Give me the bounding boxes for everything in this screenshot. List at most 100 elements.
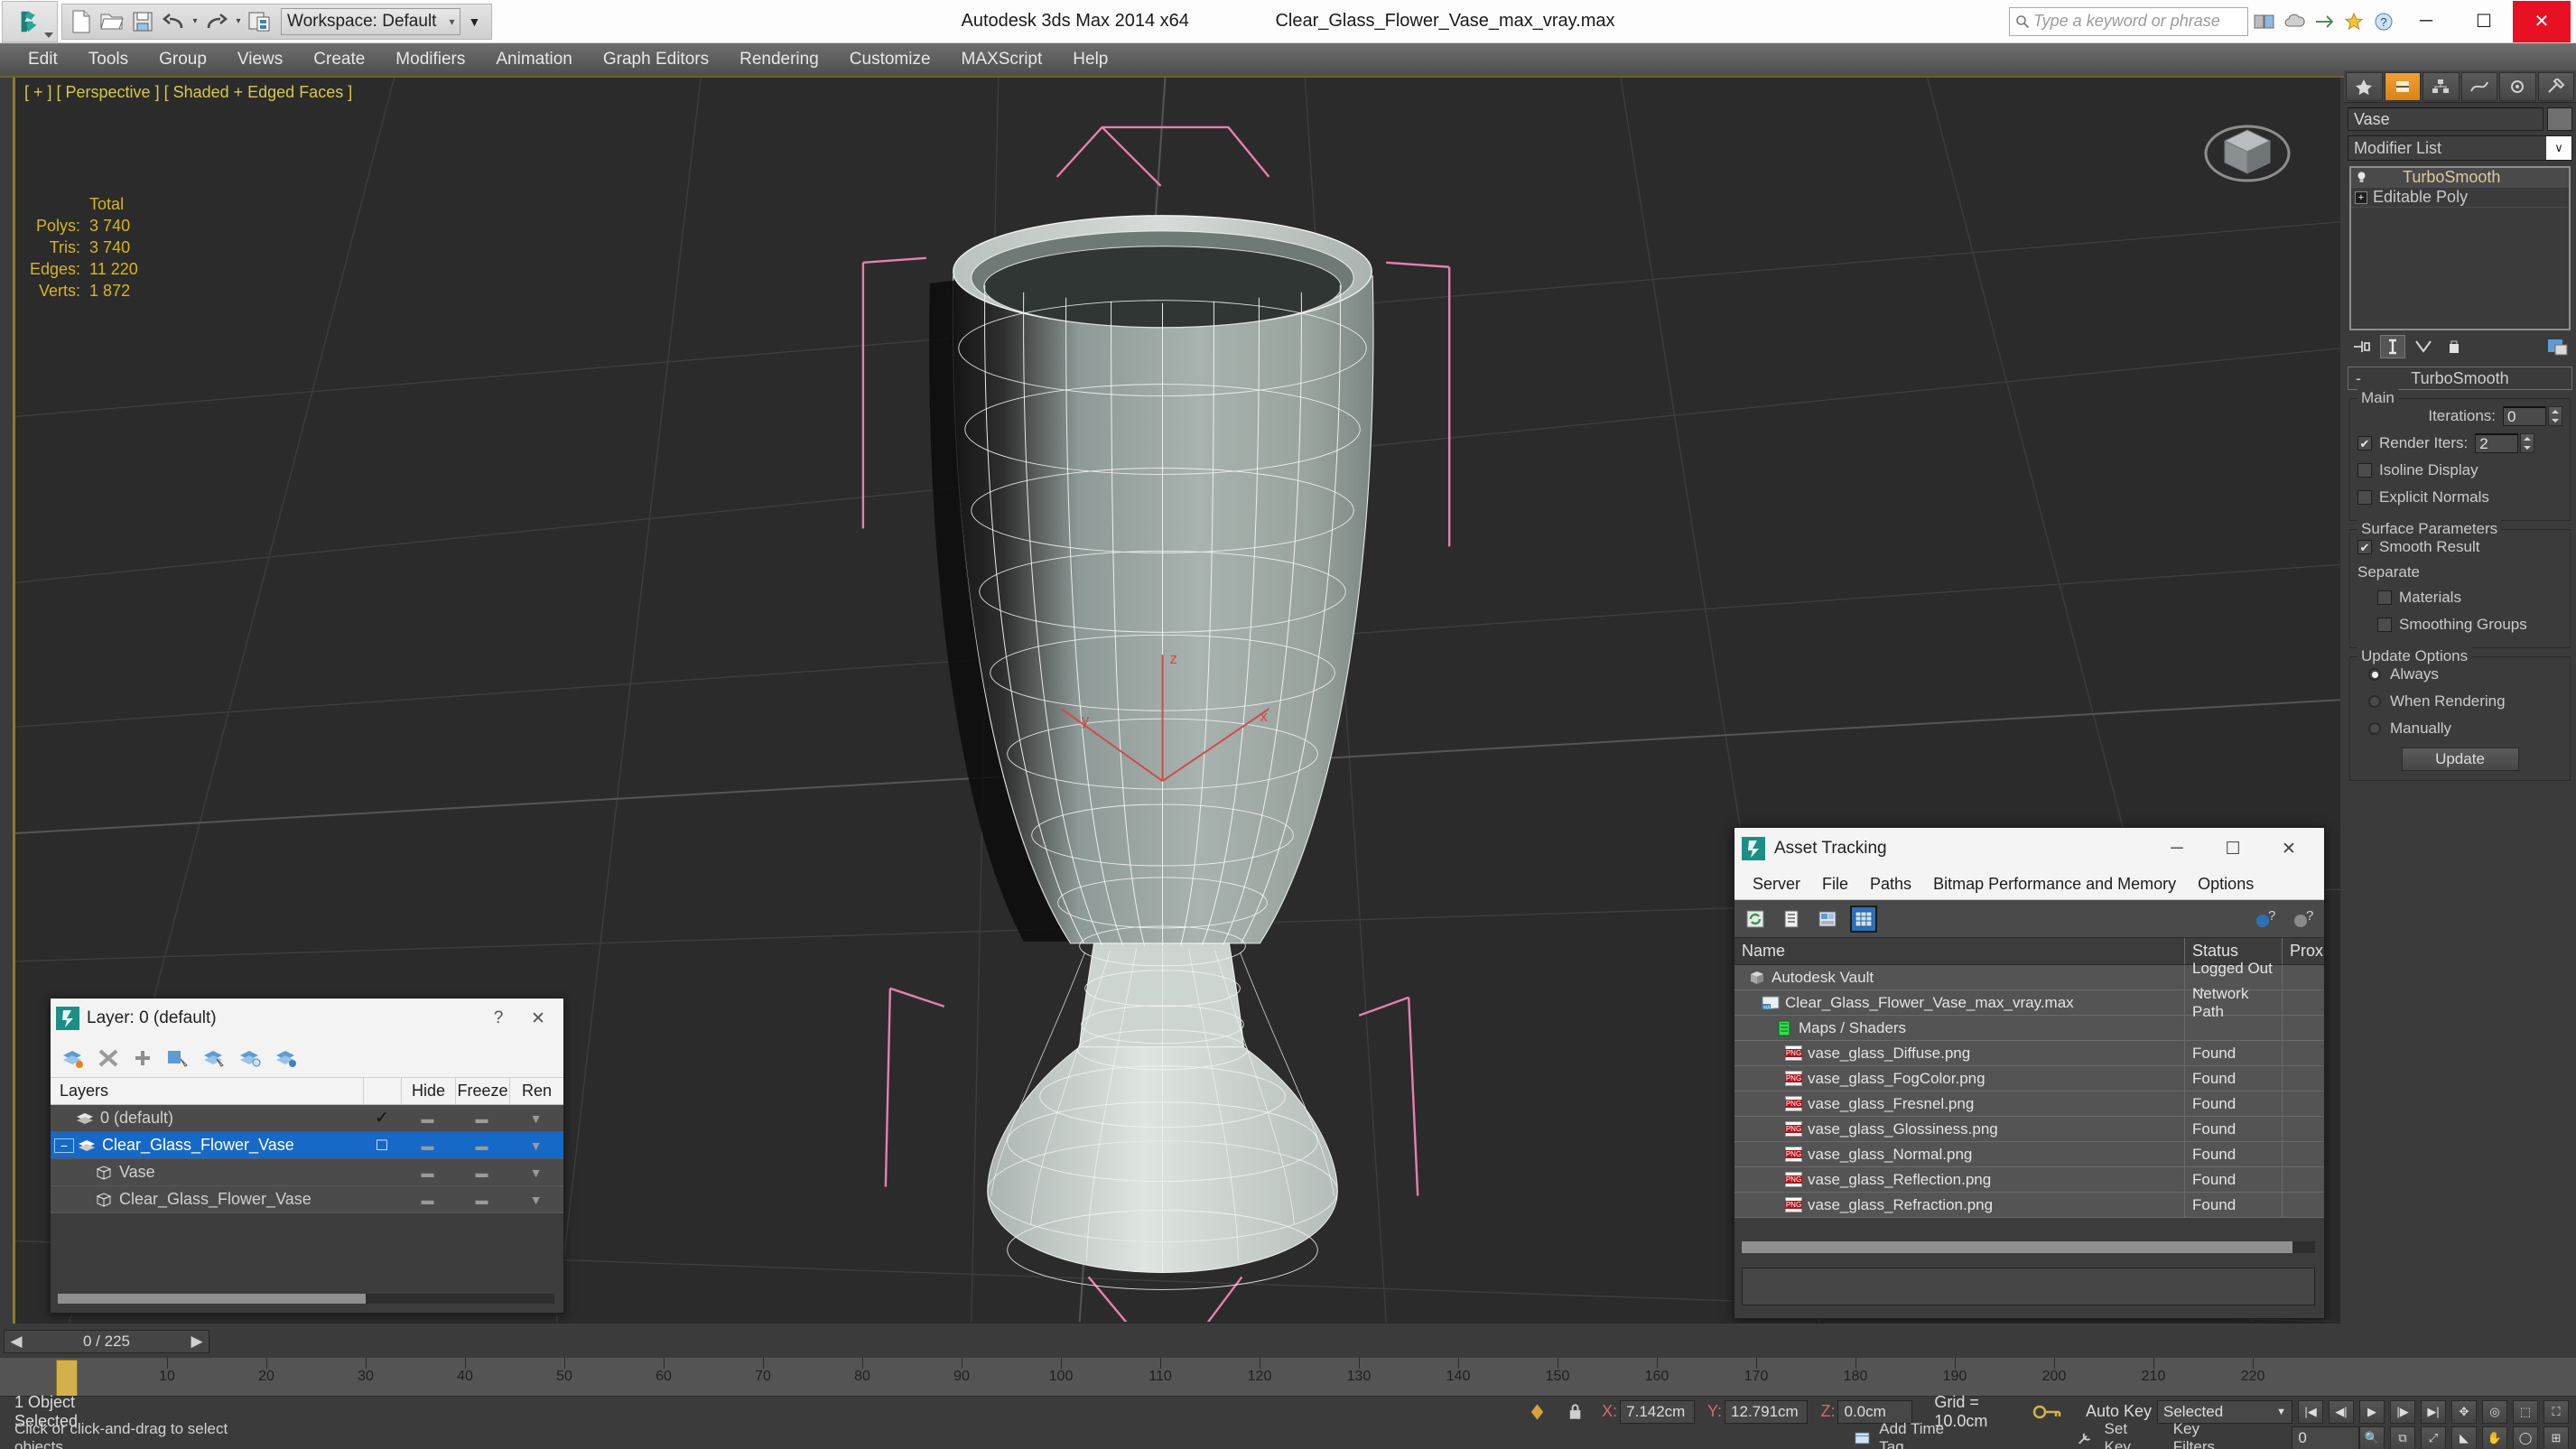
lightbulb-icon[interactable] bbox=[2355, 171, 2368, 184]
smoothing-groups-row[interactable]: Smoothing Groups bbox=[2357, 613, 2562, 636]
asset-horizontal-scrollbar[interactable] bbox=[1742, 1241, 2315, 1253]
layer-freeze-toggle[interactable]: ▬ bbox=[455, 1166, 509, 1180]
show-end-result-icon[interactable] bbox=[2380, 335, 2405, 358]
layer-dialog[interactable]: Layer: 0 (default) ? ✕ Layers Hide Freez… bbox=[50, 998, 564, 1314]
tab-create[interactable] bbox=[2346, 71, 2383, 101]
menu-item-group[interactable]: Group bbox=[144, 43, 222, 76]
menu-item-edit[interactable]: Edit bbox=[13, 43, 73, 76]
asset-tracking-titlebar[interactable]: Asset Tracking ─ ☐ ✕ bbox=[1734, 828, 2324, 869]
iterations-spinner[interactable] bbox=[2548, 406, 2562, 426]
layer-properties-icon[interactable] bbox=[274, 1048, 298, 1068]
zoom-icon[interactable]: 🔍 bbox=[2359, 1426, 2385, 1449]
help-paths-icon[interactable]: ? bbox=[2292, 907, 2315, 931]
maximize-viewport-icon[interactable]: ⛶ bbox=[2543, 1399, 2569, 1424]
layer-hide-toggle[interactable]: ▬ bbox=[401, 1166, 455, 1180]
menu-item-create[interactable]: Create bbox=[298, 43, 380, 76]
auto-key-button[interactable]: Auto Key bbox=[2069, 1402, 2152, 1421]
tab-utilities[interactable] bbox=[2537, 71, 2574, 101]
isoline-display-checkbox[interactable] bbox=[2357, 463, 2372, 478]
layer-row-clear-glass-flower-vase-object[interactable]: Clear_Glass_Flower_Vase ▬ ▬ ▼ bbox=[51, 1186, 563, 1213]
layer-render-toggle[interactable]: ▼ bbox=[509, 1111, 563, 1126]
layer-render-toggle[interactable]: ▼ bbox=[509, 1138, 563, 1153]
lock-selection-icon[interactable] bbox=[1567, 1402, 1584, 1422]
smooth-result-checkbox[interactable] bbox=[2357, 540, 2372, 554]
set-key-button[interactable]: Set Key bbox=[2105, 1420, 2150, 1449]
tab-display[interactable] bbox=[2499, 71, 2536, 101]
tab-modify[interactable] bbox=[2384, 71, 2421, 101]
layer-freeze-toggle[interactable]: ▬ bbox=[455, 1111, 509, 1126]
expand-plus-icon[interactable]: + bbox=[2355, 190, 2367, 204]
track-bar[interactable]: ◀ 0 / 225 ▶ bbox=[0, 1324, 2576, 1360]
highlight-selected-objects-icon[interactable] bbox=[238, 1048, 262, 1068]
asset-row[interactable]: vase_glass_Reflection.png Found bbox=[1734, 1167, 2324, 1193]
isoline-row[interactable]: Isoline Display bbox=[2357, 459, 2562, 482]
asset-row[interactable]: Maps / Shaders bbox=[1734, 1016, 2324, 1041]
asset-tracking-close-button[interactable]: ✕ bbox=[2261, 839, 2317, 859]
next-frame-icon[interactable]: |▶ bbox=[2390, 1399, 2415, 1424]
pin-stack-icon[interactable] bbox=[2349, 335, 2375, 358]
goto-end-icon[interactable]: ▶| bbox=[2421, 1399, 2446, 1424]
update-always-row[interactable]: Always bbox=[2357, 663, 2562, 686]
asset-row[interactable]: vase_glass_Glossiness.png Found bbox=[1734, 1117, 2324, 1142]
asset-row[interactable]: vase_glass_Normal.png Found bbox=[1734, 1142, 2324, 1167]
at-menu-options[interactable]: Options bbox=[2187, 875, 2264, 894]
object-color-swatch[interactable] bbox=[2547, 107, 2572, 131]
menu-item-rendering[interactable]: Rendering bbox=[724, 43, 834, 76]
object-name-input[interactable]: Vase bbox=[2348, 107, 2543, 131]
key-icon[interactable] bbox=[2032, 1401, 2063, 1423]
pan-icon[interactable]: ✋ bbox=[2482, 1426, 2507, 1449]
path-editor-icon[interactable] bbox=[1816, 907, 1839, 931]
menu-item-views[interactable]: Views bbox=[222, 43, 298, 76]
at-menu-bitmap-performance[interactable]: Bitmap Performance and Memory bbox=[1922, 875, 2187, 894]
iterations-input[interactable]: 0 bbox=[2503, 406, 2546, 426]
materials-row[interactable]: Materials bbox=[2357, 586, 2562, 609]
menu-item-animation[interactable]: Animation bbox=[480, 43, 588, 76]
zoom-all-icon[interactable]: ⧉ bbox=[2390, 1426, 2415, 1449]
orbit-icon[interactable]: ◎ bbox=[2482, 1399, 2507, 1424]
stack-item-editable-poly[interactable]: + Editable Poly bbox=[2351, 188, 2569, 208]
next-frame-arrow-icon[interactable]: ▶ bbox=[185, 1333, 209, 1351]
field-of-view-icon[interactable]: ◣ bbox=[2451, 1426, 2477, 1449]
asset-tracking-dialog[interactable]: Asset Tracking ─ ☐ ✕ Server File Paths B… bbox=[1734, 827, 2325, 1319]
goto-start-icon[interactable]: |◀ bbox=[2298, 1399, 2323, 1424]
view-cube-icon[interactable] bbox=[2198, 101, 2297, 200]
add-time-tag-label[interactable]: Add Time Tag bbox=[1879, 1420, 1958, 1449]
render-iters-spinner[interactable] bbox=[2520, 433, 2535, 453]
coord-y-input[interactable]: 12.791cm bbox=[1725, 1399, 1809, 1424]
orbit-subobject-icon[interactable]: ◯ bbox=[2513, 1426, 2538, 1449]
update-button[interactable]: Update bbox=[2401, 748, 2519, 771]
menu-item-help[interactable]: Help bbox=[1057, 43, 1123, 76]
rollup-collapse-icon[interactable]: - bbox=[2356, 369, 2361, 388]
update-always-radio[interactable] bbox=[2368, 668, 2381, 681]
layer-hide-toggle[interactable]: ▬ bbox=[401, 1138, 455, 1153]
layer-render-toggle[interactable]: ▼ bbox=[509, 1166, 563, 1180]
explicit-normals-checkbox[interactable] bbox=[2357, 490, 2372, 505]
layer-dialog-help-button[interactable]: ? bbox=[479, 1008, 518, 1029]
modifier-stack[interactable]: TurboSmooth + Editable Poly bbox=[2349, 166, 2571, 330]
layer-freeze-toggle[interactable]: ▬ bbox=[455, 1138, 509, 1153]
at-menu-paths[interactable]: Paths bbox=[1859, 875, 1922, 894]
configure-sets-icon[interactable] bbox=[2545, 335, 2571, 358]
asset-tracking-minimize-button[interactable]: ─ bbox=[2149, 839, 2205, 859]
remove-modifier-icon[interactable] bbox=[2441, 335, 2467, 358]
refresh-assets-icon[interactable] bbox=[1744, 907, 1767, 931]
set-key-wrench-icon[interactable] bbox=[2078, 1430, 2097, 1446]
menu-item-graph-editors[interactable]: Graph Editors bbox=[588, 43, 724, 76]
add-layer-plus-icon[interactable] bbox=[132, 1048, 153, 1068]
timeline-ruler[interactable]: 10 20 30 40 50 60 70 80 90 100 110 120 1… bbox=[0, 1358, 2576, 1399]
render-iters-input[interactable]: 2 bbox=[2475, 433, 2519, 453]
layer-expander-icon[interactable]: − bbox=[54, 1138, 74, 1153]
rollup-header-turbosmooth[interactable]: - TurboSmooth bbox=[2348, 367, 2572, 390]
update-manually-radio[interactable] bbox=[2368, 722, 2381, 735]
layer-active-check[interactable]: ✓ bbox=[363, 1108, 401, 1129]
layer-hide-toggle[interactable]: ▬ bbox=[401, 1193, 455, 1207]
asset-row[interactable]: MAX Clear_Glass_Flower_Vase_max_vray.max… bbox=[1734, 985, 2324, 1020]
layer-hide-toggle[interactable]: ▬ bbox=[401, 1111, 455, 1126]
frame-indicator[interactable]: ◀ 0 / 225 ▶ bbox=[4, 1330, 209, 1353]
asset-row[interactable]: vase_glass_FogColor.png Found bbox=[1734, 1066, 2324, 1091]
layer-row-default[interactable]: 0 (default) ✓ ▬ ▬ ▼ bbox=[51, 1105, 563, 1132]
layer-freeze-toggle[interactable]: ▬ bbox=[455, 1193, 509, 1207]
current-frame-input[interactable]: 0 bbox=[2292, 1426, 2359, 1449]
layer-render-toggle[interactable]: ▼ bbox=[509, 1193, 563, 1207]
chevron-down-icon[interactable]: ∨ bbox=[2546, 136, 2571, 160]
